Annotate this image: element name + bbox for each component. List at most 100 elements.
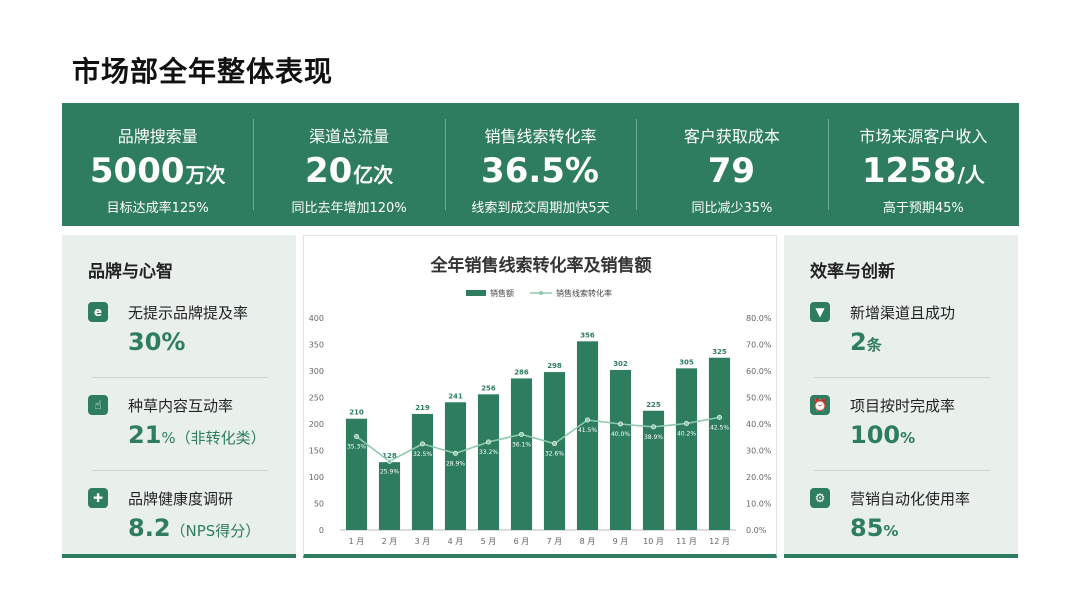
x-tick-label: 3 月 [415,537,431,546]
line-point [353,433,359,439]
kpi-channel-traffic: 渠道总流量 20亿次 同比去年增加120% [253,103,444,226]
y-tick-label: 250 [309,394,324,403]
bar-data-label: 356 [580,331,595,339]
metric-label: 品牌健康度调研 [128,490,234,508]
x-tick-label: 5 月 [481,537,497,546]
line-data-label: 36.1% [512,441,531,448]
kpi-label: 销售线索转化率 [484,127,597,146]
bar [675,368,698,530]
y-tick-label: 100 [309,473,324,482]
y-tick-label: 400 [309,314,324,323]
x-tick-label: 1 月 [349,537,365,546]
combo-chart: 全年销售线索转化率及销售额 销售额 销售线索转化率 0 50 100 150 200 25… [309,255,772,546]
kpi-unit: /人 [957,163,985,187]
plot-area: 0 50 100 150 200 250 300 350 400 0.0% 10.0% 20.0% 30… [309,314,772,546]
x-tick-label: 12 月 [709,537,730,546]
page-title: 市场部全年整体表现 [72,55,334,88]
kpi-subtext: 目标达成率125% [106,201,209,216]
kpi-label: 品牌搜索量 [117,127,198,146]
kpi-market-revenue: 市场来源客户收入 1258/人 高于预期45% [827,103,1019,226]
browser-icon: e [88,302,108,322]
line-point [387,458,393,464]
bar-data-label: 256 [481,384,496,392]
legend-label-bar: 销售额 [490,288,514,298]
line-data-label: 38.9% [644,434,663,441]
kpi-brand-search: 品牌搜索量 5000万次 目标达成率125% [62,103,253,226]
metric-value: 30% [128,328,185,356]
kpi-unit: 万次 [185,163,226,187]
kpi-subtext: 高于预期45% [882,201,964,216]
kpi-label: 市场来源客户收入 [859,127,988,146]
x-tick-label: 2 月 [382,537,398,546]
y2-tick-label: 60.0% [746,367,772,376]
line-point [617,421,623,427]
metric-unit: % [883,522,899,540]
line-data-label: 41.5% [578,427,597,434]
metric-label: 营销自动化使用率 [850,490,971,508]
legend-swatch-bar [466,290,486,296]
y-tick-label: 300 [309,367,324,376]
y-tick-label: 150 [309,447,324,456]
metric-number: 2 [850,328,867,356]
chart-legend: 销售额 销售线索转化率 [466,288,612,298]
bar [477,394,500,530]
legend-marker-line [539,291,543,295]
bar-data-label: 286 [514,368,529,376]
x-tick-label: 8 月 [580,537,596,546]
kpi-value: 36.5% [445,151,636,195]
y-tick-label: 50 [314,500,324,509]
metric-unit: % [900,429,916,447]
line-point [519,431,525,437]
line-point [683,420,689,426]
metric-label: 无提示品牌提及率 [128,304,249,322]
card-title: 效率与创新 [810,262,895,282]
kpi-unit: 亿次 [353,163,394,187]
divider [814,377,990,378]
kpi-value: 5000万次 [62,151,253,195]
x-tick-label: 4 月 [448,537,464,546]
kpi-lead-conversion: 销售线索转化率 36.5% 线索到成交周期加快5天 [444,103,636,226]
y-tick-label: 350 [309,341,324,350]
hand-tap-icon: ☝ [88,395,108,415]
metric-number: 30% [128,328,186,356]
line-data-label: 35.3% [347,443,366,450]
kpi-band: 品牌搜索量 5000万次 目标达成率125% 渠道总流量 20亿次 同比去年增加… [62,103,1019,226]
x-tick-label: 9 月 [613,537,629,546]
kpi-label: 客户获取成本 [683,127,780,146]
x-tick-label: 6 月 [514,537,530,546]
y-tick-label: 0 [319,526,324,535]
metric-value: 85% [850,514,898,542]
line-data-label: 40.2% [677,430,696,437]
x-tick-label: 7 月 [547,537,563,546]
chart-title: 全年销售线索转化率及销售额 [430,255,652,276]
bar-data-label: 325 [712,348,727,356]
y2-tick-label: 40.0% [746,420,772,429]
line-point [453,450,459,456]
divider [92,377,268,378]
kpi-subtext: 同比去年增加120% [291,201,407,216]
line-point [584,417,590,423]
bar-data-label: 305 [679,358,694,366]
bar-data-label: 210 [349,409,364,417]
y2-tick-label: 70.0% [746,341,772,350]
y-tick-label: 200 [309,420,324,429]
funnel-icon: ▼ [810,302,830,322]
line-data-label: 40.0% [611,431,630,438]
y2-tick-label: 50.0% [746,394,772,403]
y2-tick-label: 20.0% [746,473,772,482]
kpi-number: 79 [707,151,756,191]
metric-value: 21%（非转化类） [128,421,266,449]
kpi-subtext: 同比减少35% [691,201,773,216]
metric-label: 种草内容互动率 [128,397,234,415]
alarm-clock-icon: ⏰ [810,395,830,415]
bar [510,378,533,530]
metric-value: 2条 [850,328,882,356]
legend-label-line: 销售线索转化率 [556,288,612,298]
metric-unit: %（非转化类） [161,429,266,447]
divider [92,470,268,471]
bar-data-label: 225 [646,401,661,409]
metric-label: 新增渠道且成功 [850,304,956,322]
brand-mind-card: 品牌与心智 e 无提示品牌提及率 30% ☝ 种草内容互动率 21%（非转化类）… [62,235,296,558]
bar-data-label: 302 [613,360,628,368]
kpi-acquisition-cost: 客户获取成本 79 同比减少35% [636,103,827,226]
